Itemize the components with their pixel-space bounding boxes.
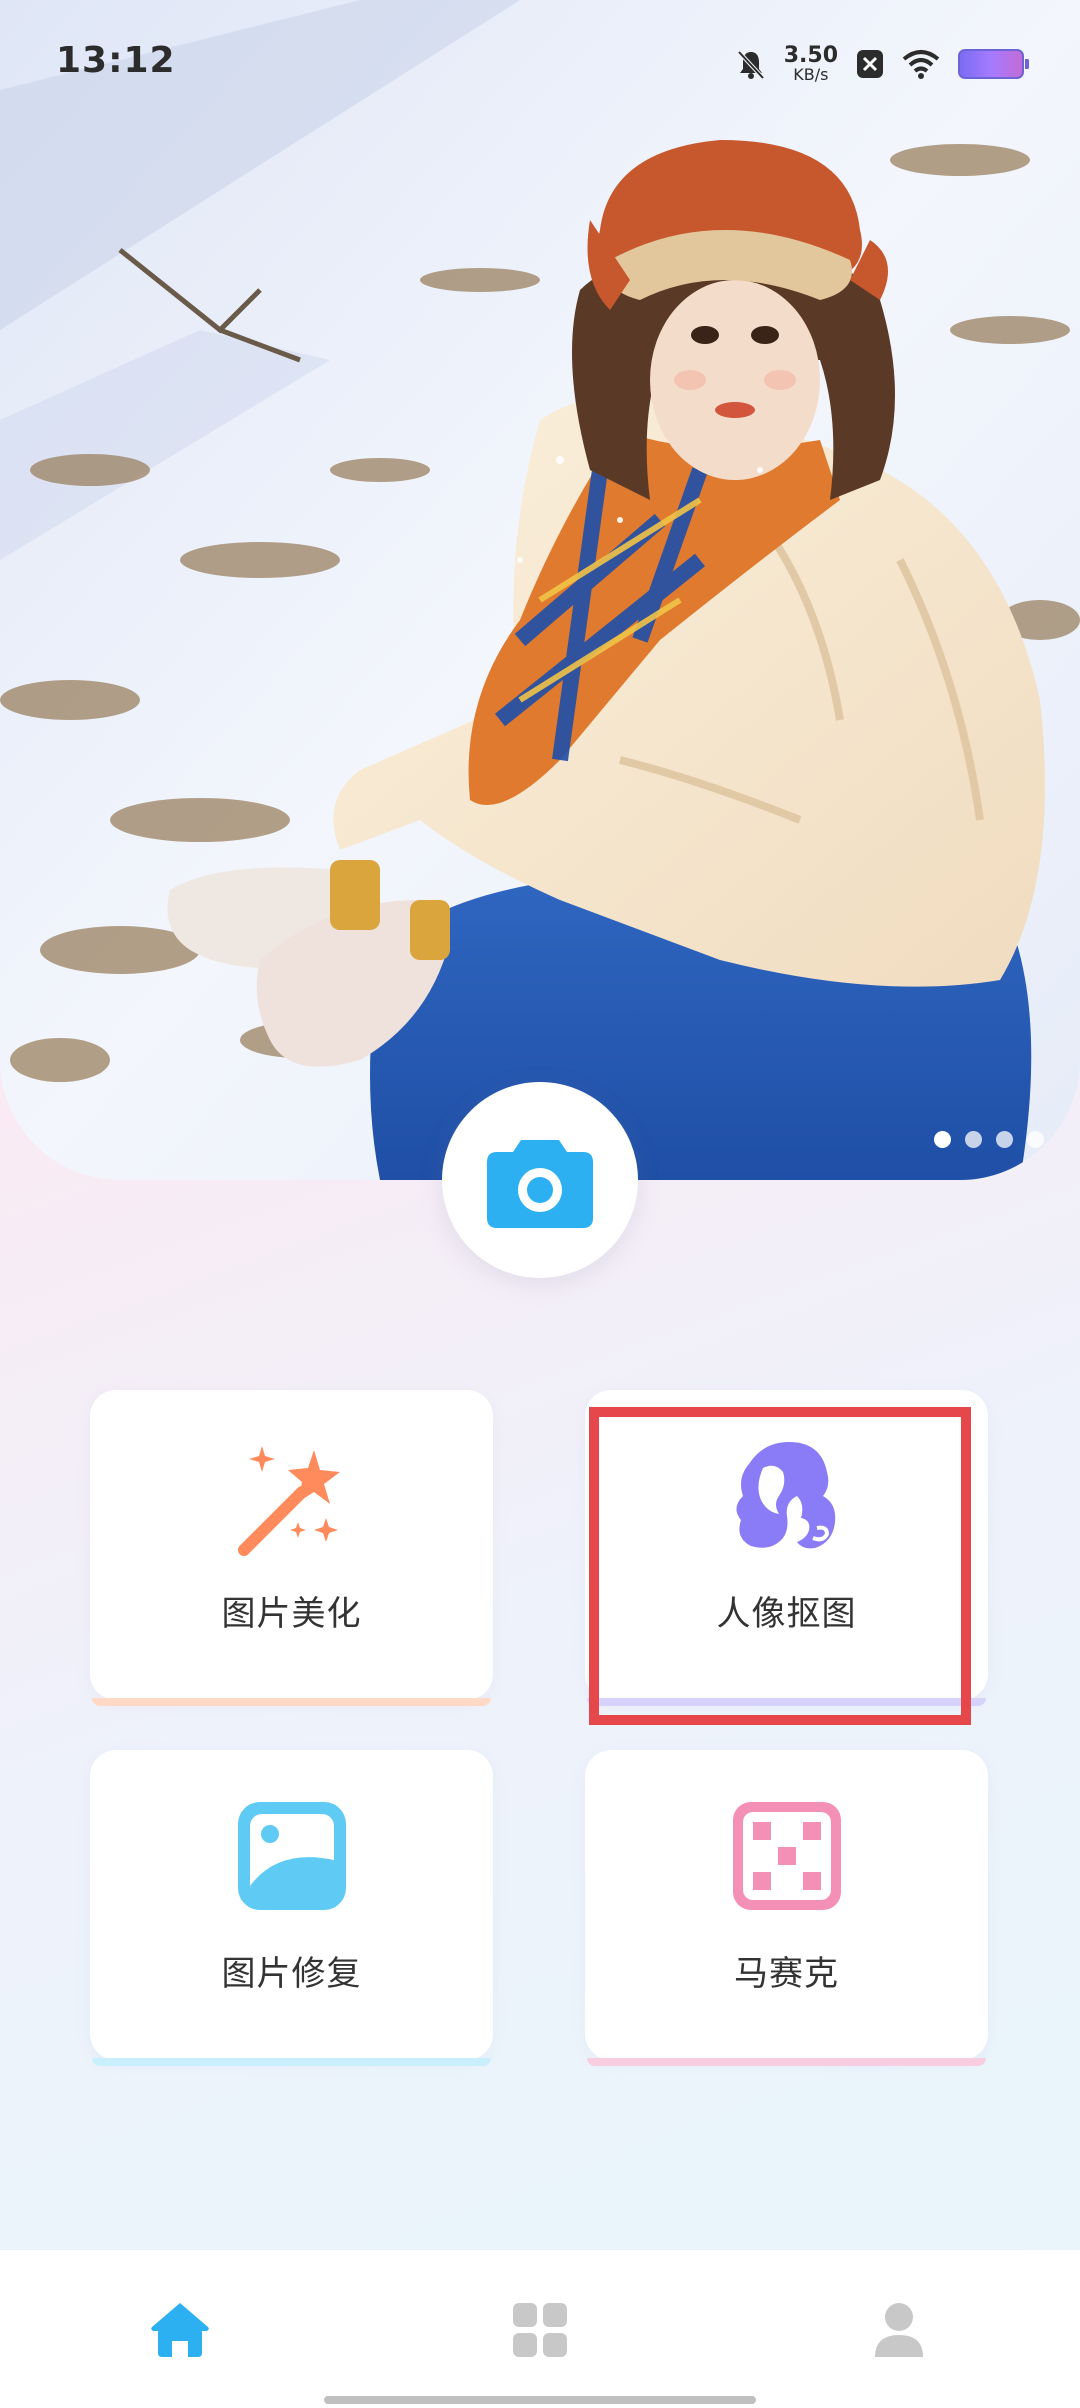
camera-icon (487, 1140, 593, 1228)
hero-image (0, 0, 1080, 1180)
feature-label: 图片美化 (221, 1594, 362, 1634)
pager-dot[interactable] (1027, 1131, 1044, 1148)
home-icon (151, 2303, 209, 2357)
user-icon (875, 2303, 923, 2357)
grid-icon (513, 2303, 567, 2357)
nav-home[interactable] (148, 2298, 212, 2362)
magic-wand-icon (237, 1446, 340, 1556)
close-box-icon (857, 50, 883, 78)
feature-card-mosaic[interactable]: 马赛克 (585, 1750, 988, 2066)
net-speed: 3.50 KB/s (784, 45, 838, 83)
camera-button[interactable] (442, 1082, 638, 1278)
feature-label: 图片修复 (221, 1954, 362, 1994)
nav-profile[interactable] (867, 2298, 931, 2362)
mosaic-icon (732, 1802, 841, 1910)
card-underline (587, 2058, 986, 2066)
battery-icon (958, 49, 1029, 79)
image-repair-icon (237, 1802, 346, 1910)
pager-dot[interactable] (996, 1131, 1013, 1148)
nav-apps[interactable] (508, 2298, 572, 2362)
banner-pager[interactable] (934, 1131, 1044, 1148)
pager-dot[interactable] (934, 1131, 951, 1148)
status-bar: 13:12 3.50 KB/s (0, 0, 1080, 120)
feature-card-image-repair[interactable]: 图片修复 (90, 1750, 493, 2066)
net-speed-value: 3.50 (783, 43, 838, 68)
hero-banner[interactable]: 13:12 3.50 KB/s (0, 0, 1080, 1180)
status-time: 13:12 (56, 40, 176, 81)
card-underline (92, 1698, 491, 1706)
bottom-nav (0, 2250, 1080, 2408)
feature-label: 马赛克 (734, 1954, 839, 1994)
pager-dot[interactable] (965, 1131, 982, 1148)
wifi-icon (902, 50, 940, 79)
mute-bell-icon (737, 50, 765, 80)
card-underline (92, 2058, 491, 2066)
highlight-box (589, 1407, 971, 1725)
status-icons: 3.50 KB/s (736, 40, 1029, 88)
feature-card-beautify[interactable]: 图片美化 (90, 1390, 493, 1706)
home-indicator[interactable] (324, 2396, 756, 2404)
net-speed-unit: KB/s (793, 65, 829, 84)
